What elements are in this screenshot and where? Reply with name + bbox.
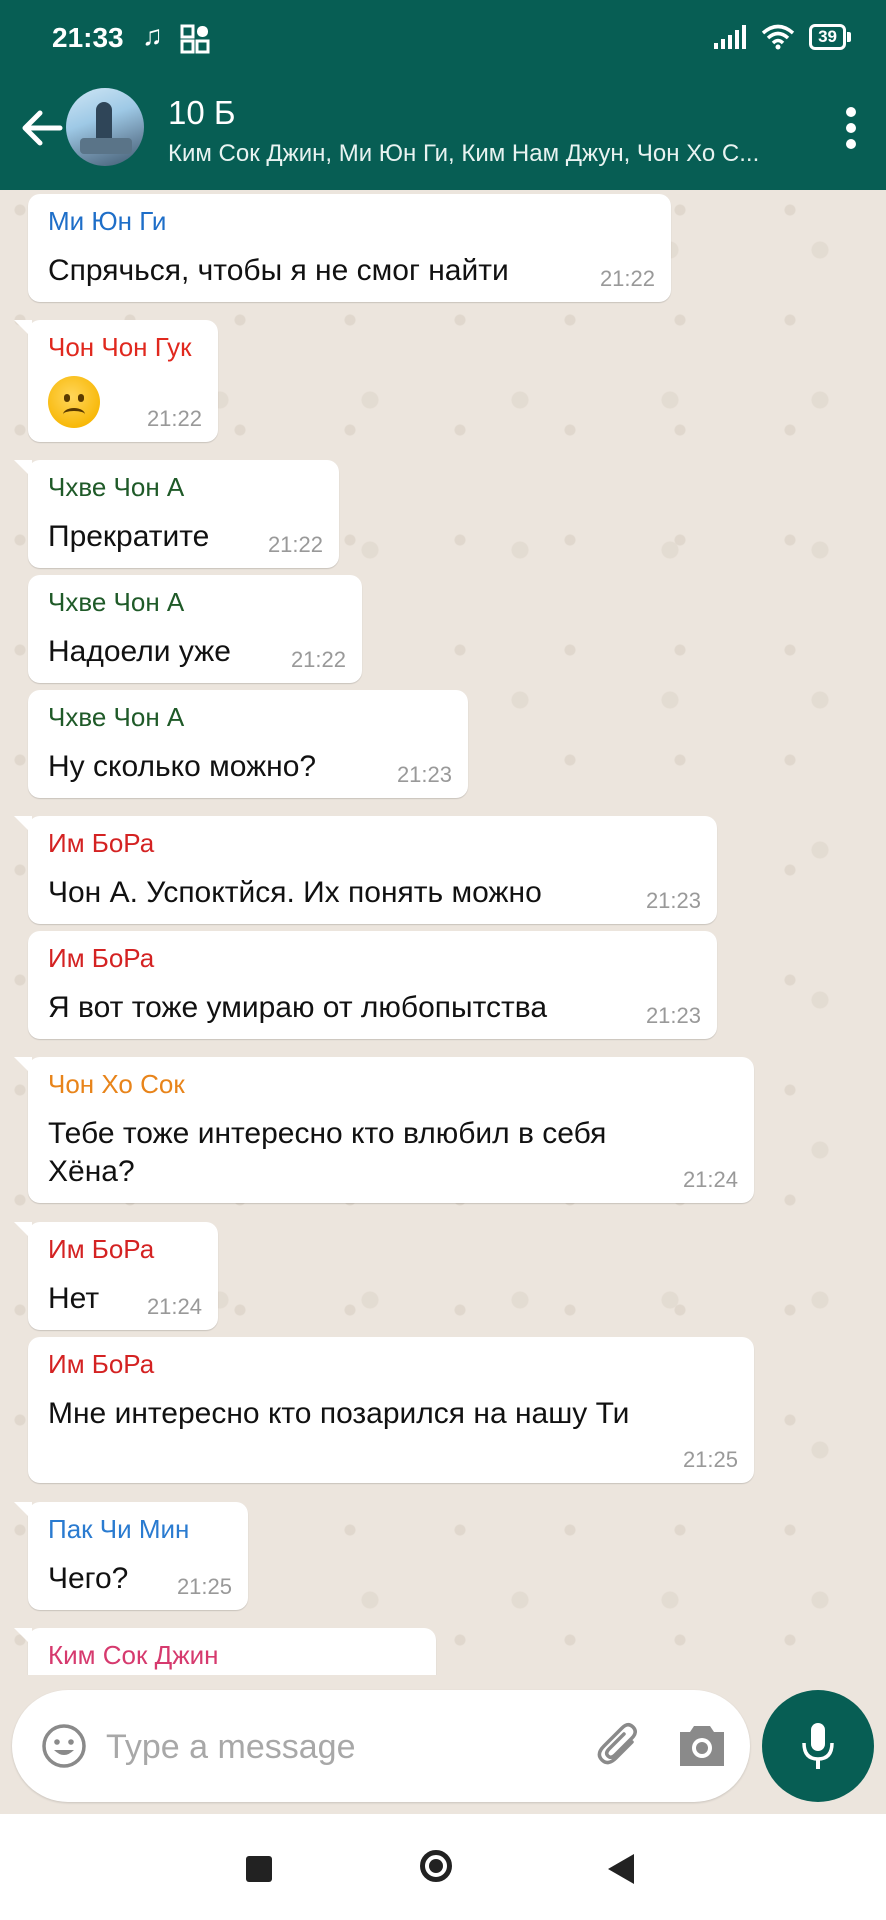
microphone-icon xyxy=(802,1723,834,1769)
message-bubble[interactable]: Им БоРа Нет 21:24 xyxy=(14,1222,218,1330)
message-text: Спрячься, чтобы я не смог найти xyxy=(48,254,509,287)
wifi-icon xyxy=(761,24,795,50)
chat-title[interactable]: 10 Б xyxy=(168,94,236,132)
message-time: 21:22 xyxy=(146,406,202,431)
emoji-icon[interactable] xyxy=(40,1722,88,1770)
message-sender: Чон Чон Гук xyxy=(48,332,192,362)
message-text: Чон А. Успоктйся. Их понять можно xyxy=(48,876,542,909)
message-bubble[interactable]: Ким Сок Джин xyxy=(14,1628,436,1675)
voice-record-button[interactable] xyxy=(762,1690,874,1802)
message-sender: Чхве Чон А xyxy=(48,702,185,732)
system-back-icon[interactable] xyxy=(608,1854,634,1884)
message-time: 21:22 xyxy=(290,647,346,672)
message-text: Я вот тоже умираю от любопытства xyxy=(48,991,547,1024)
message-sender: Им БоРа xyxy=(48,1349,155,1379)
message-bubble[interactable]: Им БоРа Я вот тоже умираю от любопытства… xyxy=(28,931,717,1039)
message-sender: Им БоРа xyxy=(48,1234,155,1264)
message-composer xyxy=(12,1690,750,1802)
message-sender: Им БоРа xyxy=(48,943,155,973)
message-text: Мне интересно кто позарился на нашу Ти xyxy=(48,1397,630,1430)
message-time: 21:25 xyxy=(682,1447,738,1472)
message-bubble[interactable]: Ми Юн Ги Спрячься, чтобы я не смог найти… xyxy=(28,194,671,302)
message-bubble[interactable]: Пак Чи Мин Чего? 21:25 xyxy=(14,1502,248,1610)
app-grid-icon xyxy=(180,24,210,54)
message-time: 21:22 xyxy=(267,532,323,557)
group-avatar[interactable] xyxy=(66,88,144,166)
message-text: Тебе тоже интересно кто влюбил в себя Хё… xyxy=(48,1117,607,1188)
message-time: 21:24 xyxy=(682,1167,738,1192)
message-time: 21:22 xyxy=(599,266,655,291)
message-bubble[interactable]: Им БоРа Мне интересно кто позарился на н… xyxy=(28,1337,754,1483)
chat-members[interactable]: Ким Сок Джин, Ми Юн Ги, Ким Нам Джун, Чо… xyxy=(168,140,768,168)
more-options-icon[interactable] xyxy=(826,96,876,160)
music-note-icon: ♫ xyxy=(142,20,163,51)
message-bubble[interactable]: Чхве Чон А Прекратите 21:22 xyxy=(14,460,339,568)
message-time: 21:25 xyxy=(176,1574,232,1599)
message-sender: Им БоРа xyxy=(48,828,155,858)
message-sender: Пак Чи Мин xyxy=(48,1514,190,1544)
status-bar: 21:33 ♫ 39 xyxy=(0,0,886,66)
message-time: 21:24 xyxy=(146,1294,202,1319)
status-time: 21:33 xyxy=(52,22,124,53)
message-input[interactable] xyxy=(104,1716,578,1778)
message-text: Ну сколько можно? xyxy=(48,750,317,783)
frowning-face-icon xyxy=(48,376,100,428)
message-sender: Ми Юн Ги xyxy=(48,206,167,236)
message-sender: Чхве Чон А xyxy=(48,587,185,617)
battery-indicator: 39 xyxy=(809,24,851,50)
message-time: 21:23 xyxy=(645,1003,701,1028)
message-list[interactable]: Ми Юн Ги Спрячься, чтобы я не смог найти… xyxy=(0,190,886,1675)
chat-header: 10 Б Ким Сок Джин, Ми Юн Ги, Ким Нам Джу… xyxy=(0,66,886,190)
camera-icon[interactable] xyxy=(676,1722,728,1770)
recent-apps-icon[interactable] xyxy=(246,1856,272,1882)
back-arrow-icon[interactable] xyxy=(14,100,70,156)
message-bubble[interactable]: Им БоРа Чон А. Успоктйся. Их понять можн… xyxy=(14,816,717,924)
message-bubble[interactable]: Чон Хо Сок Тебе тоже интересно кто влюби… xyxy=(14,1057,754,1203)
message-time: 21:23 xyxy=(645,888,701,913)
message-bubble[interactable]: Чон Чон Гук 21:22 xyxy=(14,320,218,442)
message-time: 21:23 xyxy=(396,762,452,787)
message-sender: Чхве Чон А xyxy=(48,472,185,502)
message-sender: Ким Сок Джин xyxy=(48,1640,219,1670)
home-icon[interactable] xyxy=(420,1850,452,1882)
system-navigation-bar xyxy=(0,1814,886,1920)
signal-icon xyxy=(714,25,747,49)
message-bubble[interactable]: Чхве Чон А Надоели уже 21:22 xyxy=(28,575,362,683)
message-sender: Чон Хо Сок xyxy=(48,1069,185,1099)
message-bubble[interactable]: Чхве Чон А Ну сколько можно? 21:23 xyxy=(28,690,468,798)
paperclip-icon[interactable] xyxy=(594,1720,646,1772)
